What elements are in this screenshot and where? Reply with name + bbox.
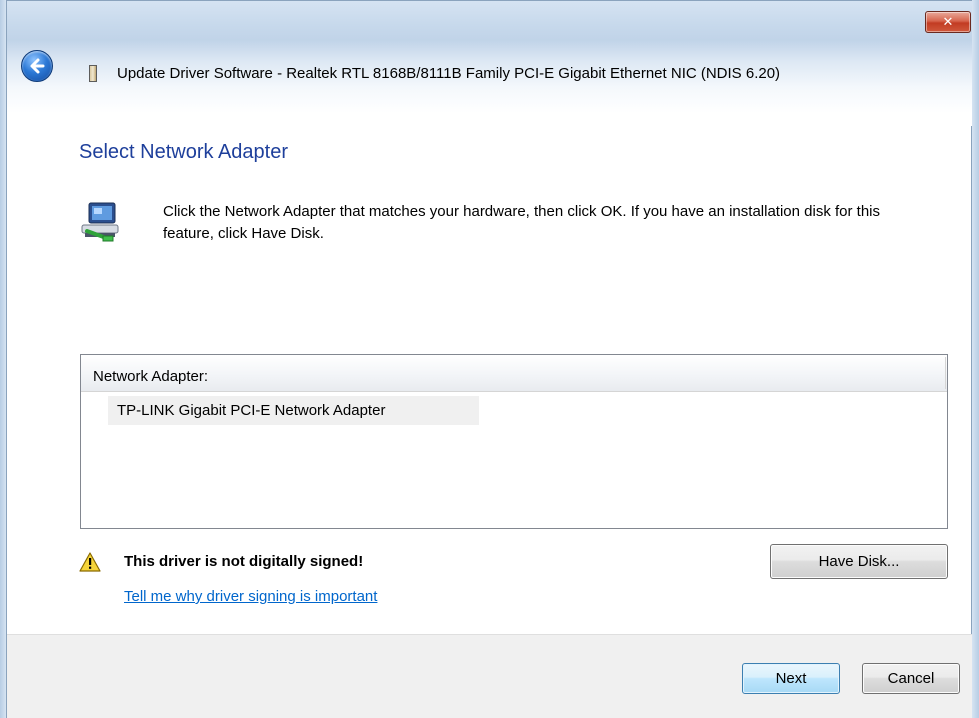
column-separator: [945, 357, 946, 389]
unsigned-driver-warning: This driver is not digitally signed!: [124, 553, 364, 570]
list-column-header[interactable]: Network Adapter:: [81, 355, 947, 392]
list-item[interactable]: TP-LINK Gigabit PCI-E Network Adapter: [108, 396, 479, 425]
warning-triangle-icon: [79, 552, 101, 572]
driver-signing-help-link[interactable]: Tell me why driver signing is important: [124, 588, 377, 605]
close-button[interactable]: ✕: [925, 11, 971, 33]
instructions-text: Click the Network Adapter that matches y…: [163, 203, 881, 242]
network-adapter-icon: [81, 202, 119, 242]
network-adapter-list[interactable]: Network Adapter: TP-LINK Gigabit PCI-E N…: [80, 354, 948, 529]
title-bar[interactable]: ✕: [7, 0, 972, 41]
cancel-button[interactable]: Cancel: [862, 663, 960, 694]
next-button[interactable]: Next: [742, 663, 840, 694]
close-icon: ✕: [942, 14, 954, 30]
have-disk-button[interactable]: Have Disk...: [770, 544, 948, 579]
back-arrow-icon: [30, 58, 45, 74]
header-area: [7, 40, 972, 126]
window-title: Update Driver Software - Realtek RTL 816…: [117, 65, 781, 82]
window-frame-left: [0, 0, 7, 718]
page-heading: Select Network Adapter: [79, 141, 288, 163]
list-header-label: Network Adapter:: [93, 368, 209, 385]
network-card-icon: [89, 65, 97, 82]
update-driver-window: ✕ Update Driver Software - Realtek RTL 8…: [0, 0, 979, 718]
back-button[interactable]: [21, 50, 53, 82]
window-frame-right: [971, 0, 979, 718]
